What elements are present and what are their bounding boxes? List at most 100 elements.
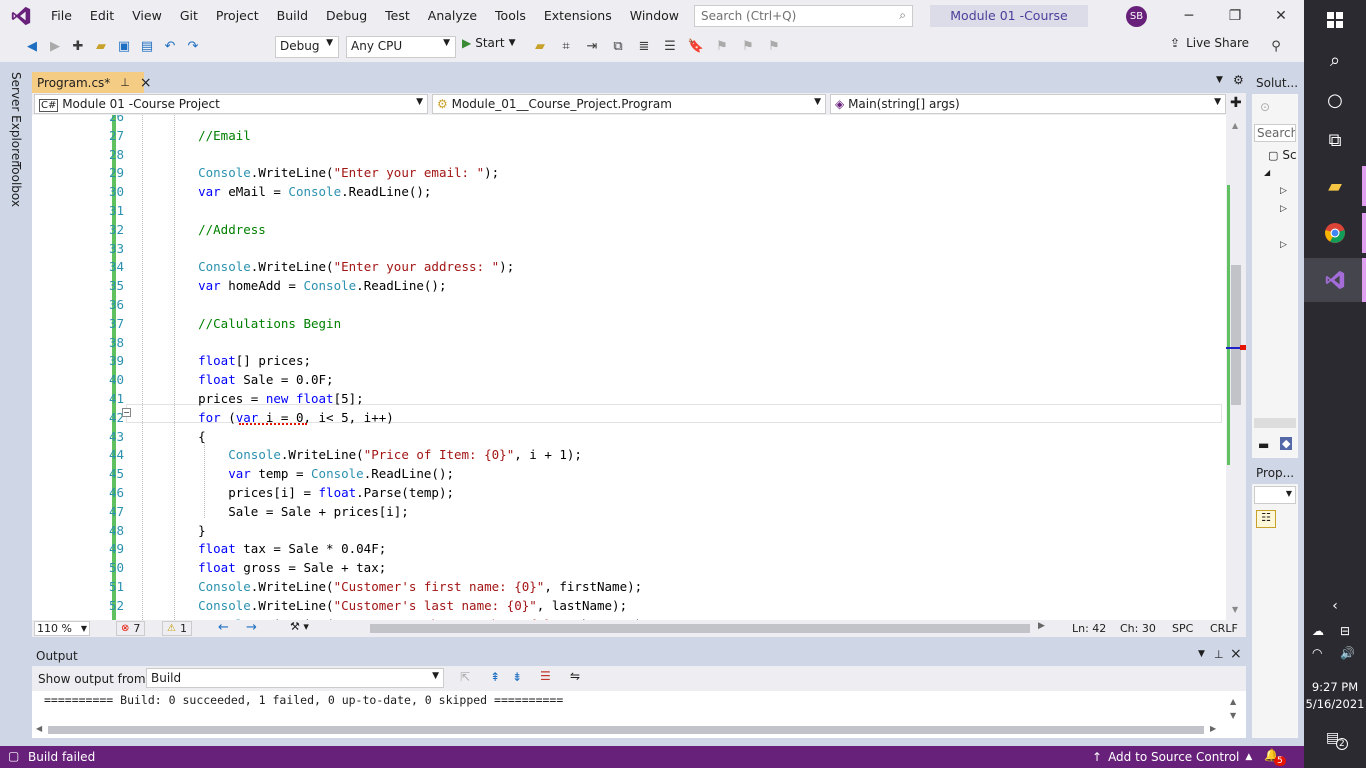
output-horizontal-scrollbar[interactable] [48,726,1204,734]
output-pane[interactable]: ========== Build: 0 succeeded, 1 failed,… [32,691,1246,738]
error-count-button[interactable]: ⊗ 7 [116,621,146,636]
screenshot-icon[interactable]: ⌗ [556,36,576,56]
taskbar-search-icon[interactable]: ⌕ [1304,40,1366,80]
properties-icon[interactable]: ▬ [1258,438,1269,452]
file-explorer-icon[interactable]: ▰ [1304,166,1366,206]
comment-icon[interactable]: ☰ [660,36,680,56]
next-message-icon[interactable]: ⇟ [512,670,522,684]
scroll-right-icon[interactable]: ▶ [1038,621,1045,631]
whitespace-indicator[interactable]: SPC [1172,622,1193,635]
project-nav-dropdown[interactable]: C# Module 01 -Course Project ▼ [34,94,428,114]
prev-message-icon[interactable]: ⇞ [490,670,500,684]
platform-dropdown[interactable]: Any CPU ▼ [346,36,456,58]
server-explorer-tab[interactable]: Server Explorer [9,72,23,165]
bookmark-clear-icon[interactable]: ⚑ [764,36,784,56]
scroll-thumb[interactable] [1231,265,1241,405]
member-nav-dropdown[interactable]: ◈ Main(string[] args) ▼ [830,94,1226,114]
minimize-button[interactable]: ─ [1166,0,1212,32]
scroll-left-icon[interactable]: ◀ [36,724,42,733]
save-all-icon[interactable]: ▤ [137,36,157,56]
visual-studio-taskbar-icon[interactable] [1304,258,1366,302]
collapse-icon[interactable]: − [122,408,131,417]
back-icon[interactable]: ◀ [22,36,42,56]
task-view-icon[interactable]: ⧉ [1304,120,1366,160]
scroll-up-icon[interactable]: ▲ [1230,697,1236,706]
menu-analyze[interactable]: Analyze [419,0,486,32]
restore-button[interactable]: ❐ [1212,0,1258,32]
avatar[interactable]: SB [1126,6,1147,27]
redo-icon[interactable]: ↷ [183,36,203,56]
expand-icon[interactable]: ▷ [1280,240,1287,250]
indent-icon[interactable]: ≣ [634,36,654,56]
menu-extensions[interactable]: Extensions [535,0,621,32]
search-input[interactable]: Search (Ctrl+Q) ⌕ [694,5,913,27]
settings-gear-icon[interactable]: ⚙ [1233,73,1244,87]
expand-icon[interactable]: ▷ [1280,204,1287,214]
line-ending-indicator[interactable]: CRLF [1210,622,1238,635]
onedrive-icon[interactable]: ☁ [1312,624,1324,638]
chrome-icon[interactable] [1304,213,1366,253]
usb-icon[interactable]: ⊟ [1340,624,1350,638]
new-project-icon[interactable]: ✚ [68,36,88,56]
live-share-button[interactable]: ⇪ Live Share [1170,36,1249,50]
scroll-down-icon[interactable]: ▼ [1232,605,1238,614]
toolbox-tab[interactable]: Toolbox [9,162,23,207]
properties-object-dropdown[interactable]: ▼ [1254,486,1296,504]
split-view-icon[interactable]: ✚ [1230,95,1242,111]
output-source-dropdown[interactable]: Build ▼ [146,668,444,688]
scroll-right-icon[interactable]: ▶ [1210,724,1216,733]
clear-all-icon[interactable]: ☰ [540,669,551,683]
class-nav-dropdown[interactable]: ⚙ Module_01__Course_Project.Program ▼ [432,94,826,114]
solution-tree-item[interactable]: ▢ Sc [1268,148,1297,162]
categorized-icon[interactable]: ☷ [1256,510,1276,528]
menu-file[interactable]: File [42,0,81,32]
horizontal-scrollbar[interactable] [328,624,1042,633]
code-cleanup-icon[interactable]: ⚒ ▾ [290,620,309,633]
chevron-left-icon[interactable]: ‹ [1304,586,1366,626]
zoom-dropdown[interactable]: 110 % ▼ [34,621,90,636]
expand-icon[interactable]: ▷ [1280,186,1287,196]
menu-view[interactable]: View [123,0,171,32]
copy-icon[interactable]: ⧉ [608,36,628,56]
find-message-icon[interactable]: ⇱ [460,670,470,684]
volume-icon[interactable]: 🔊 [1340,646,1355,660]
undo-icon[interactable]: ↶ [160,36,180,56]
pin-icon[interactable]: ⊥ [120,76,130,89]
add-to-source-control-button[interactable]: ↑ Add to Source Control ▲ [1092,750,1252,764]
start-debugging-button[interactable]: ▶ Start ▼ [462,36,515,50]
scroll-down-icon[interactable]: ▼ [1230,711,1236,720]
windows-start-icon[interactable] [1304,0,1366,40]
code-editor[interactable]: 26 27 28 29 30 31 32 33 34 35 36 37 38 39 40 41 42 43 44 45… [32,115,1246,620]
solution-config-dropdown[interactable]: Debug ▼ [275,36,339,58]
solution-scrollbar[interactable] [1254,418,1296,428]
visual-studio-logo-icon[interactable] [0,0,42,32]
wifi-icon[interactable]: ◠ [1312,646,1322,660]
properties-header[interactable]: Prop... [1252,462,1298,484]
word-wrap-icon[interactable]: ⇋ [570,669,580,683]
tab-program-cs[interactable]: Program.cs* ⊥ × [32,72,152,93]
cortana-icon[interactable]: ○ [1304,80,1366,120]
bookmark-icon[interactable]: 🔖 [686,36,706,56]
menu-project[interactable]: Project [207,0,268,32]
bookmark-prev-icon[interactable]: ⚑ [712,36,732,56]
menu-build[interactable]: Build [268,0,317,32]
solution-search-input[interactable]: Search [1254,124,1296,142]
menu-edit[interactable]: Edit [81,0,123,32]
clock[interactable]: 9:27 PM 5/16/2021 [1304,679,1366,713]
menu-tools[interactable]: Tools [486,0,535,32]
close-window-button[interactable]: ✕ [1258,0,1304,32]
close-icon[interactable]: × [1230,646,1242,662]
tab-list-chevron-icon[interactable]: ▼ [1216,75,1223,85]
sync-icon[interactable]: ⊙ [1260,100,1270,114]
notifications-button[interactable]: 🔔 5 [1264,748,1286,766]
step-icon[interactable]: ⇥ [582,36,602,56]
scroll-up-icon[interactable]: ▲ [1232,121,1238,130]
save-icon[interactable]: ▣ [114,36,134,56]
open-folder-icon[interactable]: ▰ [91,36,111,56]
expand-icon[interactable]: ◢ [1264,168,1270,177]
menu-git[interactable]: Git [171,0,207,32]
bookmark-next-icon[interactable]: ⚑ [738,36,758,56]
menu-debug[interactable]: Debug [317,0,376,32]
nav-forward-icon[interactable]: → [246,620,257,635]
warning-count-button[interactable]: ⚠ 1 [162,621,192,636]
